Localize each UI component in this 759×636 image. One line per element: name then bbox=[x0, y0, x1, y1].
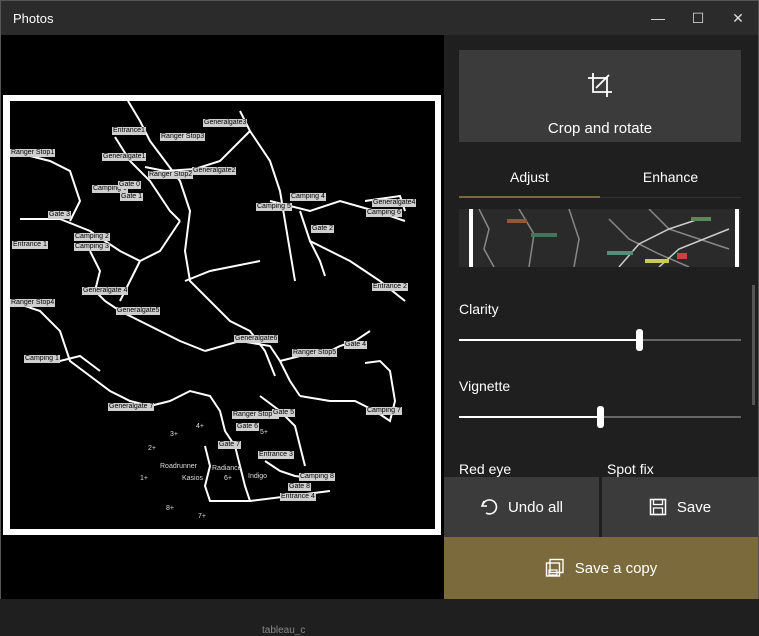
photos-window: Photos — ☐ ✕ Entrance1 Ranger Stop3 Gene… bbox=[0, 0, 759, 636]
map-label: Ranger Stop1 bbox=[10, 149, 56, 157]
taskbar-hint: tableau_c bbox=[262, 625, 306, 636]
map-label: Generalgate4 bbox=[372, 199, 417, 207]
map-label: Entrance 1 bbox=[12, 241, 48, 249]
save-copy-icon bbox=[545, 558, 564, 577]
map-label: Gate 5 bbox=[272, 409, 296, 417]
map-text: Radiance bbox=[212, 465, 242, 472]
save-a-copy-button[interactable]: Save a copy bbox=[444, 537, 758, 599]
active-tab-indicator bbox=[459, 196, 600, 198]
map-label: Ranger Stop2 bbox=[148, 171, 194, 179]
save-icon bbox=[649, 498, 667, 516]
map-label: Camping 3 bbox=[74, 243, 110, 251]
panel-scrollbar[interactable] bbox=[752, 285, 755, 405]
tab-enhance[interactable]: Enhance bbox=[600, 169, 741, 185]
map-label: Generalgate 7 bbox=[108, 403, 155, 411]
map-label: Entrance 4 bbox=[280, 493, 316, 501]
edit-panel: Crop and rotate Adjust Enhance Clarity V… bbox=[444, 35, 758, 599]
save-label: Save bbox=[676, 498, 712, 516]
save-button[interactable]: Save bbox=[602, 477, 758, 537]
map-label: Generalgate1 bbox=[102, 153, 147, 161]
map-image[interactable]: Entrance1 Ranger Stop3 Generalgate3 Rang… bbox=[10, 101, 435, 529]
window-title: Photos bbox=[13, 11, 54, 26]
spot-fix-tool[interactable]: Spot fix bbox=[607, 461, 654, 477]
undo-all-label: Undo all bbox=[507, 498, 564, 516]
map-text: 2+ bbox=[148, 445, 156, 452]
crop-icon bbox=[588, 73, 612, 97]
map-label: Gate 6 bbox=[236, 423, 260, 431]
map-label: Camping 7 bbox=[366, 407, 402, 415]
map-label: Ranger Stop3 bbox=[160, 133, 206, 141]
map-label: Camping 5 bbox=[256, 203, 292, 211]
crop-and-rotate-button[interactable]: Crop and rotate bbox=[459, 50, 741, 142]
map-text: Indigo bbox=[248, 473, 268, 480]
map-text: Roadrunner bbox=[160, 463, 197, 470]
map-label: Gate 1 bbox=[120, 193, 144, 201]
clarity-slider[interactable] bbox=[459, 329, 741, 351]
map-label: Generalgate5 bbox=[116, 307, 161, 315]
map-label: Generalgate2 bbox=[192, 167, 237, 175]
map-label: Entrance 3 bbox=[258, 451, 294, 459]
vignette-label: Vignette bbox=[459, 378, 511, 394]
map-text: 6+ bbox=[224, 475, 232, 482]
map-text: 7+ bbox=[198, 513, 206, 520]
map-label: Camping 2 bbox=[74, 233, 110, 241]
map-label: Camping 8 bbox=[299, 473, 335, 481]
map-label: Generalgate3 bbox=[203, 119, 248, 127]
map-label: Gate 0 bbox=[118, 181, 142, 189]
edit-tabs: Adjust Enhance bbox=[459, 163, 741, 199]
map-text: 4+ bbox=[196, 423, 204, 430]
filmstrip-right-handle[interactable] bbox=[735, 209, 739, 267]
red-eye-tool[interactable]: Red eye bbox=[459, 461, 511, 477]
map-label: Gate 8 bbox=[288, 483, 312, 491]
vignette-slider[interactable] bbox=[459, 406, 741, 428]
close-button[interactable]: ✕ bbox=[718, 1, 758, 35]
crop-and-rotate-label: Crop and rotate bbox=[547, 120, 653, 137]
clarity-slider-fill bbox=[459, 339, 639, 341]
vignette-slider-thumb[interactable] bbox=[597, 406, 604, 428]
maximize-button[interactable]: ☐ bbox=[678, 1, 718, 35]
light-filmstrip[interactable] bbox=[459, 209, 741, 267]
map-text: Kasios bbox=[182, 475, 204, 482]
map-text: 8+ bbox=[166, 505, 174, 512]
map-label: Camping 4 bbox=[290, 193, 326, 201]
tab-adjust[interactable]: Adjust bbox=[459, 169, 600, 185]
photo-frame: Entrance1 Ranger Stop3 Generalgate3 Rang… bbox=[3, 95, 441, 535]
map-label: Entrance1 bbox=[112, 127, 146, 135]
map-label: Gate 3 bbox=[48, 211, 72, 219]
map-label: Entrance 2 bbox=[372, 283, 408, 291]
map-label: Gate 7 bbox=[218, 441, 242, 449]
vignette-slider-fill bbox=[459, 416, 600, 418]
title-bar: Photos — ☐ ✕ bbox=[1, 1, 758, 35]
map-label: Camping 6 bbox=[366, 209, 402, 217]
filmstrip-preview bbox=[459, 209, 741, 267]
map-label: Gate 2 bbox=[311, 225, 335, 233]
undo-all-button[interactable]: Undo all bbox=[444, 477, 599, 537]
map-label: Ranger Stop4 bbox=[10, 299, 56, 307]
map-label: Camping 1 bbox=[24, 355, 60, 363]
clarity-slider-thumb[interactable] bbox=[636, 329, 643, 351]
filmstrip-left-handle[interactable] bbox=[469, 209, 473, 267]
map-text: 3+ bbox=[170, 431, 178, 438]
map-label: Generalgate6 bbox=[234, 335, 279, 343]
clarity-label: Clarity bbox=[459, 301, 499, 317]
undo-icon bbox=[480, 499, 498, 515]
minimize-button[interactable]: — bbox=[638, 1, 678, 35]
save-a-copy-label: Save a copy bbox=[574, 559, 658, 577]
map-text: 5+ bbox=[260, 429, 268, 436]
map-label: Gate 4 bbox=[344, 341, 368, 349]
map-label: Generalgate 4 bbox=[82, 287, 129, 295]
map-label: Ranger Stop5 bbox=[292, 349, 338, 357]
image-canvas: Entrance1 Ranger Stop3 Generalgate3 Rang… bbox=[1, 35, 444, 636]
map-text: 1+ bbox=[140, 475, 148, 482]
